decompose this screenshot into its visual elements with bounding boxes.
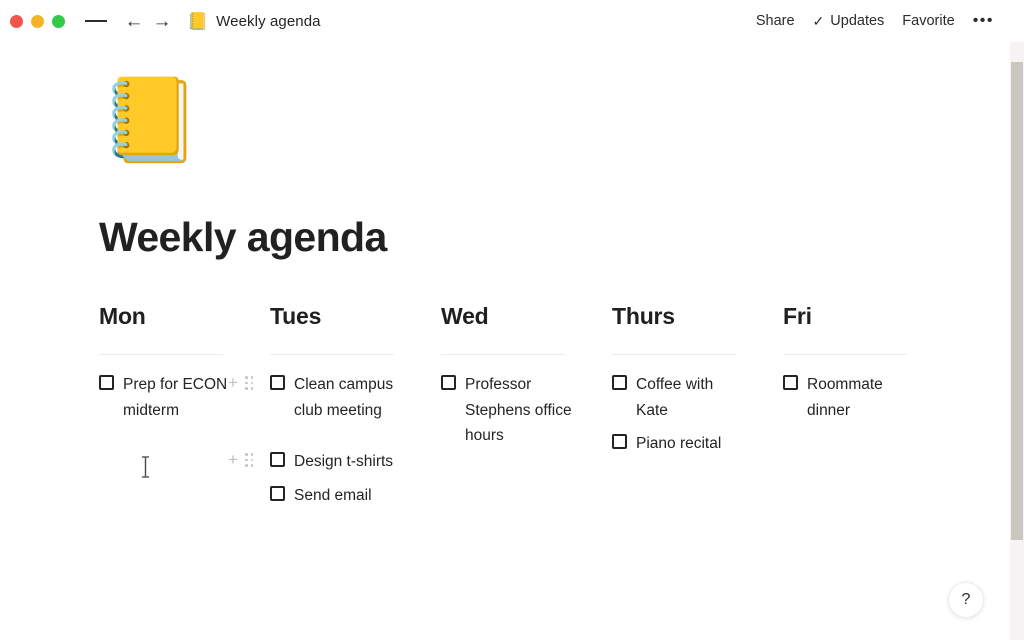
page-title[interactable]: Weekly agenda [99, 214, 387, 261]
maximize-window-button[interactable] [52, 14, 65, 28]
page-emoji-icon[interactable]: 📒 [99, 80, 201, 162]
todo-label[interactable]: Design t-shirts [294, 449, 393, 475]
todo-label[interactable]: Send email [294, 483, 372, 509]
updates-button[interactable]: ✓ Updates [813, 13, 885, 29]
day-divider [783, 354, 907, 356]
hamburger-line [92, 20, 100, 22]
todo-item[interactable]: Piano recital [612, 431, 783, 457]
hamburger-line [99, 20, 107, 22]
forward-arrow-icon[interactable]: → [151, 10, 173, 32]
document-canvas: 📒 Weekly agenda Mon Prep for ECON midter… [0, 42, 1010, 640]
breadcrumb-title: Weekly agenda [216, 12, 321, 30]
add-block-icon[interactable]: + [228, 374, 238, 391]
drag-handle-icon[interactable] [244, 375, 254, 390]
checkbox-icon[interactable] [441, 375, 456, 391]
todo-label[interactable]: Coffee with Kate [636, 372, 748, 423]
todo-label[interactable]: Piano recital [636, 431, 721, 457]
back-arrow-icon[interactable]: ← [123, 10, 145, 32]
day-column-thurs: Thurs Coffee with Kate Piano recital [612, 303, 783, 516]
add-block-icon[interactable]: + [228, 451, 238, 468]
hamburger-line [85, 20, 93, 22]
window-titlebar: ← → 📒 Weekly agenda Share ✓ Updates Favo… [0, 0, 1010, 42]
day-heading[interactable]: Thurs [612, 303, 783, 331]
checkbox-icon[interactable] [270, 375, 285, 391]
day-column-mon: Mon Prep for ECON midterm [99, 303, 270, 516]
toolbar-actions: Share ✓ Updates Favorite ••• [756, 13, 994, 30]
close-window-button[interactable] [10, 14, 23, 28]
day-column-wed: Wed Professor Stephens office hours [441, 303, 612, 516]
todo-label[interactable]: Clean campus club meeting [294, 372, 406, 423]
more-options-icon[interactable]: ••• [973, 13, 994, 29]
todo-list: Professor Stephens office hours [441, 372, 612, 449]
todo-item[interactable]: Professor Stephens office hours [441, 372, 612, 449]
breadcrumb[interactable]: 📒 Weekly agenda [187, 13, 321, 30]
day-divider [612, 354, 736, 356]
minimize-window-button[interactable] [31, 14, 44, 28]
notebook-icon: 📒 [187, 11, 209, 31]
todo-list: Coffee with Kate Piano recital [612, 372, 783, 457]
day-divider [270, 354, 394, 356]
day-heading[interactable]: Mon [99, 303, 270, 331]
favorite-button[interactable]: Favorite [902, 13, 954, 29]
todo-item[interactable]: Roommate dinner [783, 372, 954, 423]
day-column-fri: Fri Roommate dinner [783, 303, 954, 516]
checkbox-icon[interactable] [612, 434, 627, 450]
todo-label[interactable]: Roommate dinner [807, 372, 919, 423]
day-divider [99, 354, 223, 356]
day-column-tues: Tues + Clean campus club meeting + Desig… [228, 303, 441, 516]
block-handles: + [228, 451, 254, 468]
checkbox-icon[interactable] [783, 375, 798, 391]
todo-item[interactable]: Coffee with Kate [612, 372, 783, 423]
sidebar-toggle-icon[interactable] [85, 10, 107, 32]
weekly-columns: Mon Prep for ECON midterm Tues + Clean c… [99, 303, 959, 516]
day-heading[interactable]: Fri [783, 303, 954, 331]
share-button[interactable]: Share [756, 13, 795, 29]
todo-item[interactable]: Send email [270, 483, 441, 509]
day-divider [441, 354, 565, 356]
checkbox-icon[interactable] [270, 485, 285, 501]
checkbox-icon[interactable] [270, 452, 285, 468]
block-handles: + [228, 374, 254, 391]
todo-list: Roommate dinner [783, 372, 954, 423]
help-button[interactable]: ? [948, 582, 984, 618]
day-heading[interactable]: Wed [441, 303, 612, 331]
todo-label[interactable]: Professor Stephens office hours [465, 372, 577, 449]
todo-item[interactable]: + Design t-shirts [228, 449, 441, 475]
updates-label: Updates [830, 13, 885, 29]
todo-list: + Clean campus club meeting + Design t-s… [228, 372, 441, 509]
check-icon: ✓ [812, 13, 825, 29]
window-controls [10, 14, 65, 28]
day-heading[interactable]: Tues [270, 303, 441, 331]
drag-handle-icon[interactable] [244, 452, 254, 467]
checkbox-icon[interactable] [612, 375, 627, 391]
todo-label[interactable]: Prep for ECON midterm [123, 372, 235, 423]
todo-item[interactable]: + Clean campus club meeting [228, 372, 441, 423]
checkbox-icon[interactable] [99, 375, 114, 391]
scrollbar-thumb[interactable] [1011, 62, 1023, 540]
